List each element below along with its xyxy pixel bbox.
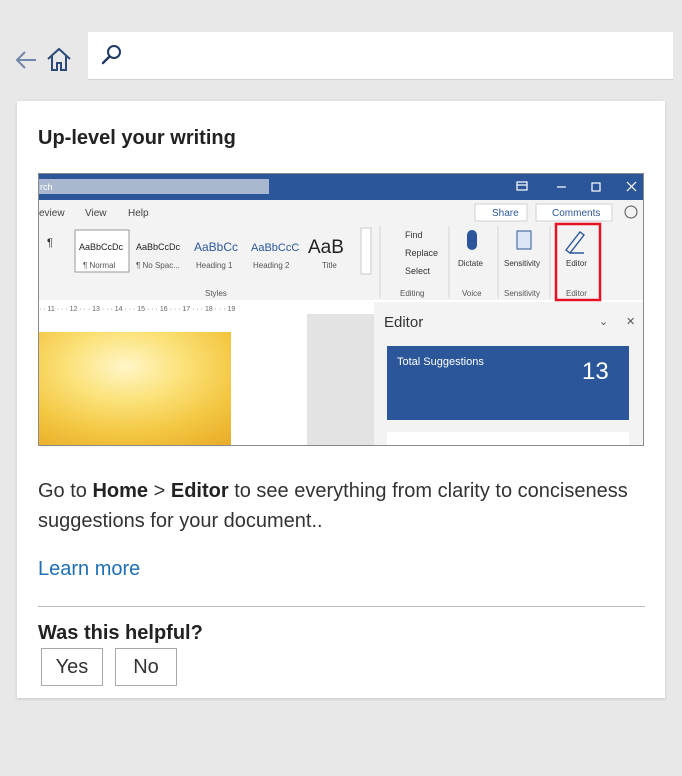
- description-editor: Editor: [170, 480, 229, 502]
- description-separator: >: [148, 480, 171, 502]
- style-name-1: ¶ Normal: [83, 261, 116, 270]
- select-label: Select: [405, 266, 431, 276]
- style-sample-1: AaBbCcDc: [79, 242, 124, 252]
- collapse-icon: ⌄: [599, 316, 608, 328]
- tab-help: Help: [128, 208, 149, 219]
- title-fragment: rch: [40, 182, 53, 192]
- sensitivity-group-label: Sensitivity: [504, 289, 540, 298]
- top-navigation-bar: [0, 0, 682, 90]
- feedback-question: Was this helpful?: [38, 622, 203, 644]
- tip-description: Go to Home > Editor to see everything fr…: [38, 476, 638, 536]
- sensitivity-icon: [516, 230, 532, 250]
- title-search-field: [39, 179, 269, 194]
- editor-ribbon-label: Editor: [566, 259, 587, 268]
- no-button[interactable]: No: [115, 648, 177, 686]
- description-home: Home: [92, 480, 149, 502]
- style-name-4: Heading 2: [253, 261, 290, 270]
- close-pane-icon: ✕: [626, 316, 635, 328]
- tab-review: eview: [39, 208, 65, 219]
- tip-card: Up-level your writing rch eview View Hel…: [17, 101, 665, 698]
- search-input[interactable]: [132, 40, 656, 74]
- dictate-label: Dictate: [458, 259, 483, 268]
- share-label: Share: [492, 208, 519, 219]
- style-sample-3: AaBbCc: [194, 240, 238, 254]
- suggestion-list: [387, 432, 629, 445]
- flower-image: [39, 332, 231, 445]
- style-sample-4: AaBbCcC: [251, 242, 299, 254]
- ruler-text: · · 11 · · · 12 · · · 13 · · · 14 · · · …: [39, 306, 235, 313]
- home-icon[interactable]: [44, 44, 74, 74]
- voice-group-label: Voice: [462, 289, 482, 298]
- search-icon: [101, 45, 121, 65]
- find-label: Find: [405, 230, 423, 240]
- styles-group-label: Styles: [205, 289, 227, 298]
- editor-group-label: Editor: [566, 289, 587, 298]
- style-gallery-scroll: [360, 227, 372, 275]
- comments-label: Comments: [552, 208, 600, 219]
- search-box[interactable]: [88, 32, 673, 80]
- dictate-icon: [467, 230, 477, 250]
- style-name-5: Title: [322, 261, 337, 270]
- total-suggestions-count: 13: [582, 358, 609, 385]
- style-sample-5: AaB: [308, 237, 344, 258]
- back-arrow-icon[interactable]: [12, 46, 40, 74]
- sensitivity-label: Sensitivity: [504, 259, 540, 268]
- style-name-2: ¶ No Spac...: [136, 261, 180, 270]
- card-title: Up-level your writing: [38, 127, 236, 149]
- word-editor-screenshot: rch eview View Help Share Comments ¶ AaB…: [38, 173, 644, 446]
- editing-group-label: Editing: [400, 289, 424, 298]
- total-suggestions-label: Total Suggestions: [397, 356, 484, 368]
- style-sample-2: AaBbCcDc: [136, 242, 181, 252]
- pilcrow-icon: ¶: [47, 237, 53, 249]
- divider: [38, 606, 645, 607]
- description-prefix: Go to: [38, 480, 93, 502]
- screenshot-image: rch eview View Help Share Comments ¶ AaB…: [39, 174, 643, 445]
- editor-pane-title: Editor: [384, 314, 423, 331]
- replace-label: Replace: [405, 248, 438, 258]
- style-name-3: Heading 1: [196, 261, 233, 270]
- learn-more-link[interactable]: Learn more: [38, 558, 140, 581]
- yes-button[interactable]: Yes: [41, 648, 103, 686]
- tab-view: View: [85, 208, 107, 219]
